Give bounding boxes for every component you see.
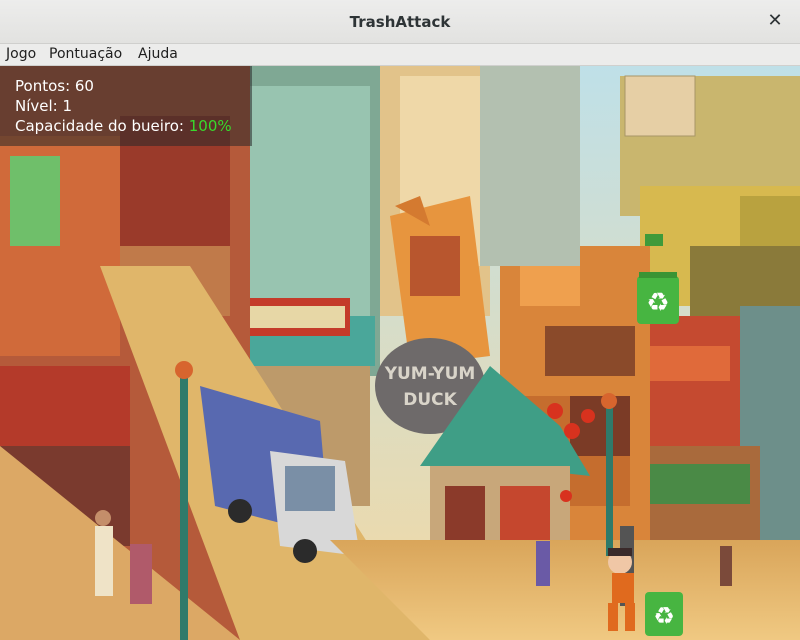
level-label: Nível: 1 (15, 97, 73, 115)
city-background: YUM-YUM DUCK ♻ ♻ (0, 66, 800, 640)
score-label: Pontos: 60 (15, 77, 94, 95)
hud-panel: Pontos: 60 Nível: 1 Capacidade do bueiro… (0, 66, 252, 146)
menu-bar: Jogo Pontuação Ajuda (0, 44, 800, 66)
recycle-icon: ♻ (646, 288, 669, 318)
menu-pontuacao[interactable]: Pontuação (49, 46, 122, 62)
recycle-icon: ♻ (653, 602, 675, 630)
window-title: TrashAttack (349, 13, 451, 31)
game-canvas[interactable]: YUM-YUM DUCK ♻ ♻ Pontos: 60 Nível: 1 Cap… (0, 66, 800, 640)
sign-text-duck: DUCK (403, 390, 457, 410)
sign-text-yum: YUM-YUM (384, 364, 476, 384)
menu-jogo[interactable]: Jogo (6, 46, 36, 62)
close-icon[interactable]: ✕ (764, 10, 786, 32)
capacity-label: Capacidade do bueiro: 100% (15, 117, 232, 135)
capacity-value: 100% (188, 117, 232, 135)
recycle-bin-bottom: ♻ (645, 592, 683, 636)
menu-ajuda[interactable]: Ajuda (138, 46, 178, 62)
window-titlebar[interactable]: TrashAttack ✕ (0, 0, 800, 44)
capacity-text: Capacidade do bueiro: (15, 117, 189, 135)
